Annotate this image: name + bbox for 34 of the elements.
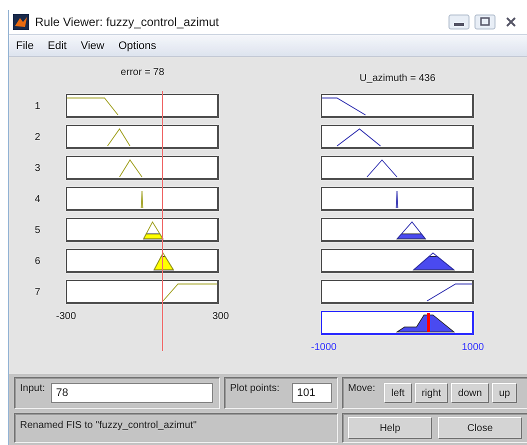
axis-max-label: 1000 [462,342,484,353]
rule-number: 2 [34,132,40,142]
rule-number: 4 [34,194,40,204]
input-value-line[interactable] [162,91,164,351]
move-label: Move: [348,383,376,394]
app-logo-icon [13,14,29,30]
input-label: Input: [20,383,46,394]
menu-item[interactable]: View [80,40,104,52]
status-message: Renamed FIS to "fuzzy_control_azimut" [20,420,197,431]
dialog-button[interactable]: Close [438,417,522,439]
plot-points-field[interactable]: 101 [292,383,332,403]
move-button[interactable]: down [451,383,489,403]
menu-item[interactable]: Edit [48,40,67,52]
maximize-icon[interactable] [474,14,496,30]
menu-item[interactable]: Options [118,40,156,52]
rule-number: 5 [34,224,40,236]
axis-max-label: 300 [212,311,229,322]
axis-min-label: -300 [56,311,76,322]
move-button[interactable]: right [414,383,448,403]
dialog-button[interactable]: Help [348,417,432,439]
minimize-icon[interactable] [448,14,470,30]
move-button[interactable]: left [384,383,412,403]
output-variable-label: U_azimuth = 436 [360,73,436,86]
rule-number: 6 [34,256,40,266]
move-button[interactable]: up [492,383,518,403]
rule-number: 7 [34,286,40,298]
menu-item[interactable]: File [16,40,34,52]
plot-points-label: Plot points: [230,383,280,394]
window-title: Rule Viewer: fuzzy_control_azimut [35,15,219,29]
rule-number: 1 [34,100,40,112]
rule-number: 3 [34,162,40,174]
axis-min-label: -1000 [311,342,337,353]
input-variable-label: error = 78 [120,67,164,80]
input-field[interactable]: 78 [51,383,214,403]
